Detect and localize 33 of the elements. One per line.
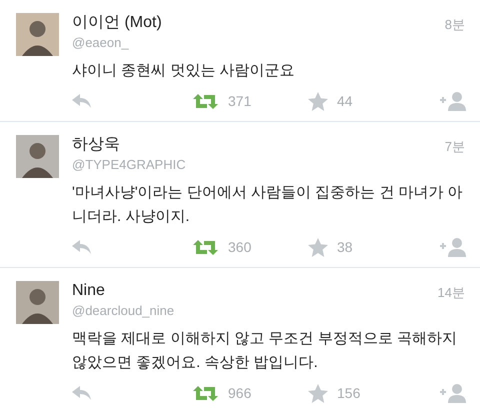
avatar bbox=[16, 281, 59, 324]
retweet-icon[interactable] bbox=[193, 94, 218, 108]
tweet-text: 맥락을 제대로 이해하지 않고 무조건 부정적으로 곡해하지 않았으면 좋겠어요. 속상한 밥입니다. bbox=[72, 329, 458, 373]
timestamp: 7분 bbox=[444, 138, 465, 156]
follow-icon[interactable] bbox=[440, 383, 466, 403]
user-handle: @eaeon_ bbox=[72, 34, 130, 52]
retweet-icon[interactable] bbox=[193, 240, 218, 254]
user-name: Nine bbox=[72, 281, 106, 301]
tweet-text: '마녀사냥'이라는 단어에서 사람들이 집중하는 건 마녀가 아니더라. 사냥이지. bbox=[72, 183, 464, 227]
retweet-count: 371 bbox=[228, 92, 252, 110]
follow-icon[interactable] bbox=[440, 91, 466, 111]
star-icon[interactable] bbox=[308, 92, 328, 110]
star-icon[interactable] bbox=[308, 384, 328, 402]
reply-icon[interactable] bbox=[72, 240, 92, 254]
user-name: 하상욱 bbox=[72, 135, 121, 155]
user-name: 이이언 (Mot) bbox=[72, 13, 162, 33]
avatar bbox=[16, 13, 59, 56]
retweet-count: 360 bbox=[228, 238, 252, 256]
tweet-text: 샤이니 종현씨 멋있는 사람이군요 bbox=[72, 61, 296, 81]
reply-icon[interactable] bbox=[72, 386, 92, 400]
star-icon[interactable] bbox=[308, 238, 328, 256]
reply-icon[interactable] bbox=[72, 94, 92, 108]
retweet-icon[interactable] bbox=[193, 386, 218, 400]
user-handle: @TYPE4GRAPHIC bbox=[72, 156, 186, 174]
user-handle: @dearcloud_nine bbox=[72, 302, 174, 320]
timestamp: 8분 bbox=[444, 16, 465, 34]
favorite-count: 38 bbox=[337, 238, 353, 256]
favorite-count: 44 bbox=[337, 92, 353, 110]
follow-icon[interactable] bbox=[440, 237, 466, 257]
timestamp: 14분 bbox=[438, 284, 465, 302]
avatar bbox=[16, 135, 59, 178]
retweet-count: 966 bbox=[228, 384, 252, 402]
favorite-count: 156 bbox=[337, 384, 360, 402]
